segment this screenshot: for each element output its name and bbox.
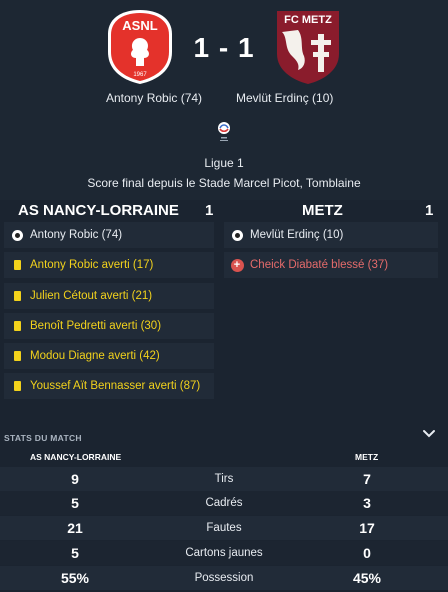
away-team-score: 1 — [425, 202, 434, 219]
home-badge-lettering: ASNL — [122, 18, 157, 33]
stat-away-value: 17 — [359, 520, 375, 536]
league-name: Ligue 1 — [204, 156, 244, 170]
stat-label: Fautes — [206, 522, 242, 534]
stat-label: Cartons jaunes — [185, 547, 263, 559]
event-text: Julien Cétout averti (21) — [30, 290, 153, 302]
stat-row-shots: 9 Tirs 7 — [0, 467, 448, 491]
stat-label: Tirs — [214, 473, 234, 485]
match-stats-title: STATS DU MATCH — [4, 433, 82, 443]
home-team-score: 1 — [205, 202, 214, 219]
home-event-yellow[interactable]: Benoît Pedretti averti (30) — [4, 313, 214, 339]
football-icon — [231, 229, 243, 241]
football-icon — [11, 229, 23, 241]
stat-home-value: 21 — [67, 520, 83, 536]
yellow-card-icon — [13, 321, 21, 331]
stat-row-possession: 55% Possession 45% — [0, 566, 448, 590]
away-scorer: Mevlüt Erdinç (10) — [236, 91, 334, 105]
stat-row-yellow-cards: 5 Cartons jaunes 0 — [0, 541, 448, 565]
event-text: Antony Robic averti (17) — [30, 259, 154, 271]
home-badge-year: 1967 — [133, 72, 147, 78]
event-text: Modou Diagne averti (42) — [30, 350, 160, 362]
stat-label: Possession — [194, 572, 254, 584]
away-badge-lettering: FC METZ — [284, 14, 332, 26]
stat-away-value: 7 — [363, 471, 371, 487]
home-event-yellow[interactable]: Youssef Aït Bennasser averti (87) — [4, 373, 214, 399]
stat-home-value: 55% — [60, 570, 90, 586]
home-team-name[interactable]: AS NANCY-LORRAINE — [18, 202, 179, 224]
home-event-yellow[interactable]: Modou Diagne averti (42) — [4, 343, 214, 369]
event-text: Mevlüt Erdinç (10) — [250, 229, 344, 241]
stat-home-value: 5 — [71, 495, 79, 511]
ligue1-logo-icon — [218, 122, 230, 141]
chevron-down-icon[interactable] — [422, 427, 436, 441]
home-event-yellow[interactable]: Antony Robic averti (17) — [4, 252, 214, 278]
stats-away-header: METZ — [355, 452, 379, 462]
event-text: Benoît Pedretti averti (30) — [30, 320, 162, 332]
event-text: Cheick Diabaté blessé (37) — [250, 259, 389, 271]
home-event-goal[interactable]: Antony Robic (74) — [4, 222, 214, 248]
event-text: Antony Robic (74) — [30, 229, 123, 241]
injury-icon: + — [230, 258, 244, 272]
home-event-yellow[interactable]: Julien Cétout averti (21) — [4, 283, 214, 309]
event-text: Youssef Aït Bennasser averti (87) — [30, 380, 201, 392]
venue-text: Score final depuis le Stade Marcel Picot… — [87, 176, 361, 190]
stat-row-fouls: 21 Fautes 17 — [0, 516, 448, 540]
yellow-card-icon — [13, 351, 21, 361]
stat-label: Cadrés — [205, 497, 243, 509]
yellow-card-icon — [13, 260, 21, 270]
yellow-card-icon — [13, 291, 21, 301]
stat-row-on-target: 5 Cadrés 3 — [0, 491, 448, 515]
away-team-name[interactable]: METZ — [302, 202, 343, 224]
away-event-goal[interactable]: Mevlüt Erdinç (10) — [224, 222, 438, 248]
stat-home-value: 5 — [71, 545, 79, 561]
match-score: 1 - 1 — [193, 32, 255, 63]
stat-away-value: 0 — [363, 545, 371, 561]
stats-home-header: AS NANCY-LORRAINE — [30, 452, 122, 462]
home-scorer: Antony Robic (74) — [106, 91, 203, 105]
yellow-card-icon — [13, 381, 21, 391]
stat-away-value: 3 — [363, 495, 371, 511]
away-event-injury[interactable]: + Cheick Diabaté blessé (37) — [224, 252, 438, 278]
stat-away-value: 45% — [352, 570, 382, 586]
stat-home-value: 9 — [71, 471, 79, 487]
